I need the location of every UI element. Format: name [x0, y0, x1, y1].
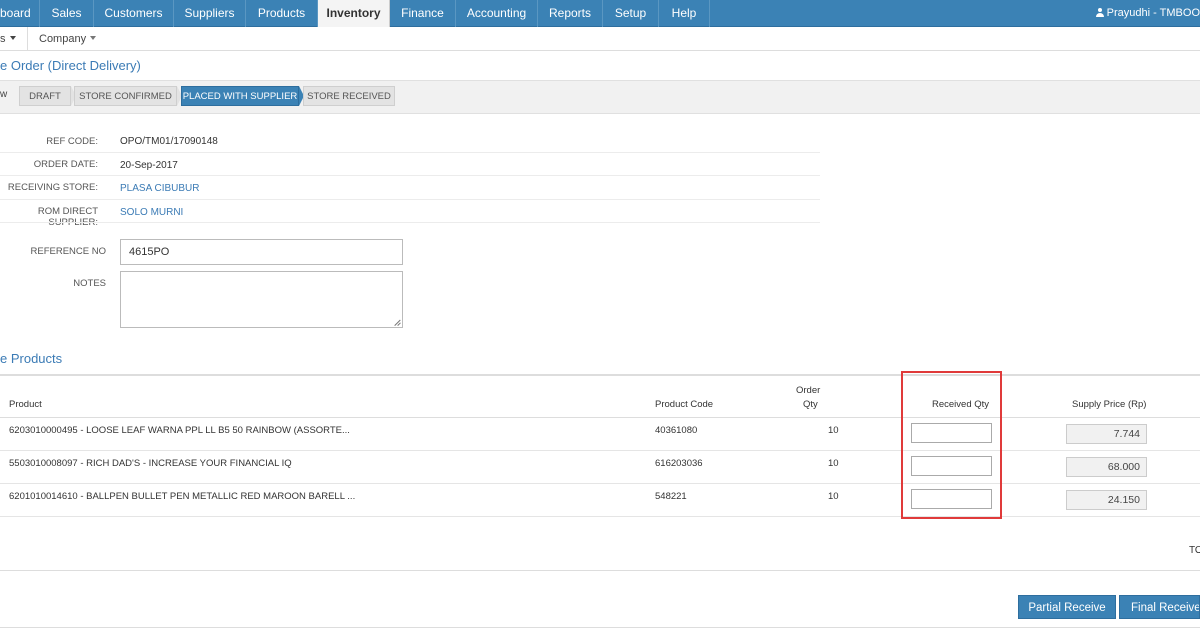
chevron-down-icon	[90, 36, 97, 40]
header-product-code: Product Code	[655, 399, 714, 410]
nav-help[interactable]: Help	[659, 0, 710, 27]
header-product: Product	[9, 399, 42, 410]
supply-price-field: 7.744	[1066, 424, 1147, 444]
subnav-company-label: Company	[39, 33, 87, 45]
divider	[0, 570, 1200, 571]
row-divider	[0, 450, 1200, 451]
workflow-step-store-confirmed: STORE CONFIRMED	[74, 86, 177, 106]
sub-navbar: s Company	[0, 27, 1200, 51]
nav-inventory[interactable]: Inventory	[318, 0, 390, 27]
nav-finance[interactable]: Finance	[390, 0, 456, 27]
received-qty-input[interactable]	[911, 489, 992, 509]
row-product: 5503010008097 - RICH DAD'S - INCREASE YO…	[9, 458, 292, 469]
nav-accounting[interactable]: Accounting	[456, 0, 538, 27]
page-title: e Order (Direct Delivery)	[0, 58, 141, 73]
subnav-item-1-label: s	[0, 33, 6, 45]
divider	[0, 222, 820, 223]
notes-textarea[interactable]	[120, 271, 403, 328]
supply-price-field: 24.150	[1066, 490, 1147, 510]
divider	[0, 152, 820, 153]
reference-no-label: REFERENCE NO	[30, 246, 106, 257]
divider	[0, 627, 1200, 628]
row-product: 6201010014610 - BALLPEN BULLET PEN METAL…	[9, 491, 356, 502]
receiving-store-label: RECEIVING STORE:	[7, 182, 98, 193]
nav-suppliers[interactable]: Suppliers	[174, 0, 246, 27]
workflow-step-placed-with-supplier: PLACED WITH SUPPLIER	[181, 86, 299, 106]
received-qty-input[interactable]	[911, 423, 992, 443]
order-date-value: 20-Sep-2017	[120, 160, 178, 171]
reference-no-input[interactable]	[120, 239, 403, 265]
row-order-qty: 10	[828, 458, 839, 469]
ref-code-label: REF CODE:	[46, 136, 98, 147]
row-divider	[0, 516, 1200, 517]
products-section-title: e Products	[0, 351, 63, 366]
receiving-store-link[interactable]: PLASA CIBUBUR	[120, 183, 199, 194]
divider	[0, 199, 820, 200]
divider	[0, 175, 820, 176]
supplier-link[interactable]: SOLO MURNI	[120, 207, 183, 218]
supply-price-field: 68.000	[1066, 457, 1147, 477]
subnav-item-1[interactable]: s	[0, 27, 16, 51]
workflow-step-draft: DRAFT	[19, 86, 71, 106]
row-product: 6203010000495 - LOOSE LEAF WARNA PPL LL …	[9, 425, 350, 436]
resize-grip-icon[interactable]	[395, 320, 401, 326]
final-receive-button[interactable]: Final Receive	[1119, 595, 1200, 619]
nav-products[interactable]: Products	[246, 0, 318, 27]
nav-reports[interactable]: Reports	[538, 0, 603, 27]
ref-code-value: OPO/TM01/17090148	[120, 136, 218, 147]
nav-sales[interactable]: Sales	[40, 0, 94, 27]
total-label: TO	[1189, 545, 1200, 556]
table-header	[0, 374, 1200, 418]
chevron-down-icon	[9, 36, 16, 40]
partial-receive-button[interactable]: Partial Receive	[1018, 595, 1116, 619]
user-menu[interactable]: Prayudhi - TMBOO	[1095, 0, 1200, 27]
row-divider	[0, 483, 1200, 484]
header-order-qty-line1: Order	[796, 385, 821, 396]
header-order-qty-line2: Qty	[803, 399, 818, 410]
received-qty-input[interactable]	[911, 456, 992, 476]
notes-label: NOTES	[73, 278, 106, 289]
row-order-qty: 10	[828, 491, 839, 502]
row-product-code: 616203036	[655, 458, 703, 469]
workflow-step-store-received: STORE RECEIVED	[303, 86, 395, 106]
nav-setup[interactable]: Setup	[603, 0, 659, 27]
row-order-qty: 10	[828, 425, 839, 436]
workflow-label: w	[0, 89, 8, 100]
top-navbar: board Sales Customers Suppliers Products…	[0, 0, 1200, 27]
nav-customers[interactable]: Customers	[94, 0, 174, 27]
subnav-company[interactable]: Company	[39, 27, 97, 51]
header-received-qty: Received Qty	[932, 399, 990, 410]
user-icon	[1095, 8, 1104, 17]
header-supply-price: Supply Price (Rp)	[1072, 399, 1147, 410]
order-date-label: ORDER DATE:	[33, 159, 98, 170]
nav-dashboard[interactable]: board	[0, 0, 40, 27]
row-product-code: 548221	[655, 491, 687, 502]
supplier-label: ROM DIRECT SUPPLIER:	[37, 206, 98, 228]
row-product-code: 40361080	[655, 425, 698, 436]
subnav-divider	[27, 27, 28, 51]
user-name: Prayudhi - TMBOO	[1106, 7, 1200, 19]
